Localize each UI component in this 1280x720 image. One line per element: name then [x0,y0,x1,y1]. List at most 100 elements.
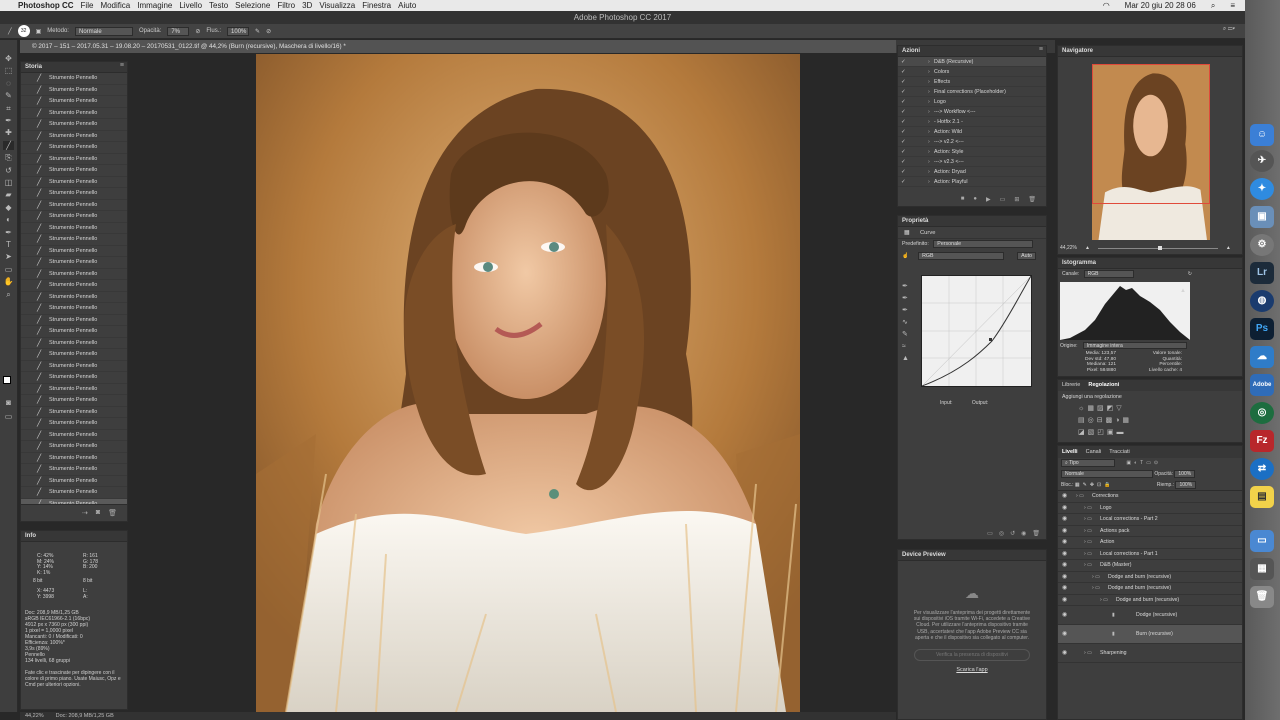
history-state[interactable]: Strumento Pennello [21,464,127,476]
zoom-tool-icon[interactable]: ⌕ [3,290,14,299]
history-state[interactable]: Strumento Pennello [21,430,127,441]
zoom-in-icon[interactable]: ▲ [1226,245,1231,251]
history-state[interactable]: Strumento Pennello [21,453,127,464]
visibility-icon[interactable]: ◉ [1021,530,1026,537]
menu-3d[interactable]: 3D [302,1,319,10]
quick-select-tool-icon[interactable]: ✎ [3,91,14,100]
layer-row[interactable]: ◉ › ▭ Local corrections - Part 1 [1058,549,1242,561]
menu-aiuto[interactable]: Aiuto [398,1,423,10]
blur-tool-icon[interactable]: ◆ [3,203,14,212]
history-state[interactable]: Strumento Pennello [21,487,127,499]
info-title[interactable]: Info [21,531,127,542]
action-item[interactable]: Final corrections (Placeholder) [898,87,1046,97]
history-brush-tool-icon[interactable]: ↺ [3,166,14,175]
action-item[interactable]: Action: Playful [898,177,1046,187]
adjustment-icons[interactable]: ☼▦▨◩▽ ▤◎⊟▩◑▦ ◪▧◰▣▬ [1058,403,1242,439]
history-state[interactable]: Strumento Pennello [21,338,127,349]
action-item[interactable]: Logo [898,97,1046,107]
history-state[interactable]: Strumento Pennello [21,384,127,395]
pencil-icon[interactable]: ✎ [902,329,909,341]
panel-menu-icon[interactable]: ≡ [120,62,124,69]
eyedropper-gray-icon[interactable]: ✒ [902,293,909,305]
folder-icon[interactable]: ▭ [1250,530,1274,552]
history-state[interactable]: Strumento Pennello [21,142,127,154]
lock-icons[interactable]: ▦✎✥⊡🔒 [1075,482,1114,488]
layer-row[interactable]: ◉ ▮ Burn (recursive) [1058,625,1242,644]
action-item[interactable]: Colors [898,67,1046,77]
mode-select[interactable]: Normale [74,26,133,36]
visibility-eye-icon[interactable]: ◉ [1062,625,1067,644]
history-state[interactable]: Strumento Pennello [21,441,127,453]
pressure-size-icon[interactable]: ⊘ [266,28,271,35]
snapshot-icon[interactable]: ◙ [96,509,100,516]
layer-opacity-field[interactable]: 100% [1174,470,1196,478]
menu-selezione[interactable]: Selezione [235,1,277,10]
layer-filter-icons[interactable]: ▣◐T▭⊙ [1126,460,1161,466]
wifi-icon[interactable]: ◠ [1103,1,1117,10]
history-state[interactable]: Strumento Pennello [21,154,127,165]
preset-select[interactable]: Personale [933,240,1034,248]
menu-immagine[interactable]: Immagine [137,1,179,10]
filezilla-icon[interactable]: Fz [1250,430,1274,452]
menu-list-icon[interactable]: ≡ [1230,1,1242,10]
layer-filter-select[interactable]: ⌕ Tipo [1061,459,1115,467]
history-state[interactable]: Strumento Pennello [21,85,127,96]
airbrush-icon[interactable]: ✎ [255,28,260,35]
curve-point-icon[interactable]: ∿ [902,317,909,329]
eyedropper-black-icon[interactable]: ✒ [902,281,909,293]
move-tool-icon[interactable]: ✥ [3,54,14,63]
histogram-title[interactable]: Istogramma [1058,258,1242,269]
visibility-eye-icon[interactable]: ◉ [1062,644,1067,663]
target-adjust-icon[interactable]: ☝ [902,253,909,259]
history-state[interactable]: Strumento Pennello [21,407,127,418]
history-state[interactable]: Strumento Pennello [21,131,127,142]
teamviewer-icon[interactable]: ⇄ [1250,458,1274,480]
type-tool-icon[interactable]: T [3,240,14,249]
visibility-eye-icon[interactable]: ◉ [1062,549,1067,561]
search-icon[interactable]: ⌕ [1211,1,1222,11]
navigator-view-box[interactable] [1092,64,1210,204]
new-set-icon[interactable]: ▭ [1000,196,1006,203]
clock[interactable]: Mar 20 giu 20 28 06 [1125,1,1203,10]
source-select[interactable]: Immagine intera [1082,342,1187,349]
layer-row[interactable]: ◉ › ▭ Action [1058,537,1242,549]
document-size[interactable]: Doc: 208,9 MB/1,25 GB [56,712,114,720]
menu-testo[interactable]: Testo [209,1,235,10]
brush-size[interactable]: 32 [17,25,30,37]
clone-stamp-tool-icon[interactable]: ⎘ [3,153,14,162]
path-select-tool-icon[interactable]: ➤ [3,252,14,261]
trash-icon[interactable]: 🗑 [1028,196,1036,203]
action-item[interactable]: D&B (Recursive) [898,57,1046,67]
layer-row[interactable]: ◉ › ▭ Sharpening [1058,644,1242,663]
gradient-tool-icon[interactable]: ▰ [3,190,14,199]
visibility-eye-icon[interactable]: ◉ [1062,572,1067,584]
properties-title[interactable]: Proprietà [898,216,1046,227]
layer-row[interactable]: ◉ › ▭ Actions pack [1058,526,1242,537]
layer-row[interactable]: ◉ › ▭ Corrections [1058,491,1242,503]
curves-graph[interactable] [921,275,1032,387]
navigator-thumbnail[interactable] [1092,64,1210,240]
history-state[interactable]: Strumento Pennello [21,476,127,487]
reset-icon[interactable]: ↺ [1010,530,1015,537]
layer-row[interactable]: ◉ ▮ Dodge (recursive) [1058,606,1242,625]
brush-panel-icon[interactable]: ▣ [36,28,42,35]
photoshop-icon[interactable]: Ps [1250,318,1274,340]
adobe-cc-icon[interactable]: Adobe [1250,374,1274,396]
histogram-channel-select[interactable]: RGB [1083,270,1134,278]
eyedropper-tool-icon[interactable]: ✒ [3,116,14,125]
tab-libraries[interactable]: Librerie [1062,380,1080,391]
browser-icon[interactable]: ◍ [1250,290,1274,312]
history-state[interactable]: Strumento Pennello [21,234,127,246]
navigator-zoom[interactable]: 44,22% [1060,245,1077,251]
history-state[interactable]: Strumento Pennello [21,211,127,223]
trash-icon[interactable]: 🗑 [1250,586,1274,608]
visibility-eye-icon[interactable]: ◉ [1062,537,1067,549]
layer-row[interactable]: ◉ › ▭ D&B (Master) [1058,560,1242,572]
history-state[interactable]: Strumento Pennello [21,188,127,200]
brush-tool-icon[interactable]: ╱ [3,140,14,150]
layer-row[interactable]: ◉ › ▭ Logo [1058,503,1242,514]
globe-icon[interactable]: ◎ [1250,402,1274,424]
history-state[interactable]: Strumento Pennello [21,200,127,211]
blend-mode-select[interactable]: Normale [1061,470,1153,478]
history-state[interactable]: Strumento Pennello [21,292,127,303]
